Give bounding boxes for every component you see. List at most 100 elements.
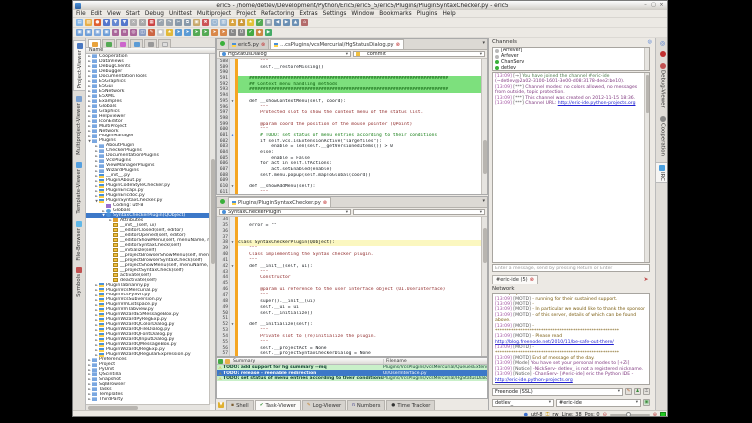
interfaces-tab[interactable] (144, 39, 157, 48)
resources-browser-icon[interactable]: ▣ (94, 29, 101, 36)
grid-icon[interactable]: ▦ (265, 19, 272, 26)
new-window-icon[interactable]: ▢ (211, 19, 218, 26)
editor-tab[interactable]: eric5.py ⊗ (228, 39, 269, 49)
away-icon[interactable]: ⚿ (643, 388, 650, 395)
bottom-tab[interactable]: ✔ Task-Viewer (255, 400, 301, 410)
comment-icon[interactable]: C (229, 29, 236, 36)
task-row[interactable]: ⚠ TODO: release - reenable redirection U… (217, 370, 487, 375)
left-strip-tab[interactable]: File-Browser (73, 219, 85, 263)
top-editor-code[interactable]: 588 """ 589 self.__restoreMissing() 590 (217, 59, 481, 194)
syntax-check-icon[interactable]: ✔ (247, 29, 254, 36)
send-message-icon[interactable]: ➤ (642, 276, 650, 284)
edit-network-icon[interactable]: ✎ (625, 388, 632, 395)
regenerate-tasks-icon[interactable] (218, 359, 223, 364)
record-icon[interactable]: ● (157, 29, 164, 36)
sources-tab[interactable] (88, 39, 101, 48)
back-icon[interactable]: ◀ (274, 19, 281, 26)
menu-item[interactable]: Debug (145, 11, 164, 17)
zoom-in-icon[interactable]: ⊕ (653, 412, 657, 418)
chat-link[interactable]: http://eric-ide.python-projects.org (558, 101, 636, 106)
network-link[interactable]: http://blog.freenode.net/2010/11/be-safe… (495, 340, 614, 345)
resources-tab[interactable] (116, 39, 129, 48)
up-icon[interactable]: ▲ (292, 19, 299, 26)
menu-item[interactable]: File (76, 11, 86, 17)
uncomment-icon[interactable]: O (238, 29, 245, 36)
forward-icon[interactable]: ▶ (283, 19, 290, 26)
zoom-in-icon[interactable]: ⊕ (112, 29, 119, 36)
title-bar[interactable]: eric5 - /home/detlev/Development/Python/… (73, 1, 667, 10)
new-icon[interactable]: ▤ (76, 19, 83, 26)
close-button[interactable]: × (658, 2, 665, 9)
zoom-out-icon[interactable]: ⊖ (603, 412, 607, 418)
menu-item[interactable]: Bookmarks (379, 11, 411, 17)
zoom-slider[interactable] (610, 414, 650, 416)
copy-icon[interactable]: ⧉ (184, 19, 191, 26)
pin-icon[interactable]: ◎ (648, 39, 652, 45)
editor-tab[interactable]: Plugins/PluginSyntaxChecker.py ⊗ (228, 197, 331, 207)
filename-column-header[interactable]: Filename (383, 359, 487, 364)
bottom-tab[interactable]: π Numbers (347, 400, 385, 410)
menu-item[interactable]: Window (351, 11, 374, 17)
tab-list-dropdown-icon[interactable]: ▾ (482, 198, 485, 204)
close-panel-icon[interactable] (660, 51, 666, 57)
bottom-tab[interactable]: ▪ Shell (226, 400, 254, 410)
home-icon[interactable]: ⌂ (301, 19, 308, 26)
bookmark-toggle-icon[interactable]: ★ (166, 29, 173, 36)
611[interactable]: 611 """ (217, 190, 481, 194)
bookmark-prev-icon[interactable]: ➤ (184, 29, 191, 36)
menu-item[interactable]: Project (236, 11, 256, 17)
menu-item[interactable]: Plugins (417, 11, 438, 17)
bottom-tab[interactable]: ● Time Tracker (386, 400, 435, 410)
right-strip-tab[interactable]: Cooperation (656, 114, 668, 158)
open-icon[interactable]: ▨ (85, 19, 92, 26)
channel-tab[interactable]: #eric-ide (5) ⊗ (492, 275, 538, 284)
tab-close-icon[interactable]: ⊗ (396, 42, 400, 48)
right-strip-tab[interactable]: IRC (656, 162, 668, 184)
editor-tab[interactable]: ...csPlugins/vcsMercurial/HgStatusDialog… (270, 39, 404, 49)
method-selector[interactable]: ▾ (353, 209, 485, 215)
zoom-reset-icon[interactable]: ◎ (130, 29, 137, 36)
channel-chat-log[interactable]: [13:09] [→] You have joined the channel … (492, 72, 650, 263)
tab-close-icon[interactable]: ⊗ (323, 200, 327, 206)
split-view-icon[interactable]: ◫ (139, 29, 146, 36)
sources-browser-icon[interactable]: ▣ (76, 29, 83, 36)
nickname-selector[interactable]: detlev_▾ (492, 399, 554, 407)
network-selector[interactable]: Freenode (SSL)▾ (492, 388, 623, 396)
menu-item[interactable]: Unittest (169, 11, 192, 17)
menu-item[interactable]: View (107, 11, 121, 17)
menu-item[interactable]: Help (442, 11, 455, 17)
menu-item[interactable]: Edit (91, 11, 102, 17)
57[interactable]: 57 self.__projectSyntaxCheckerDialog = N… (217, 351, 481, 356)
change-prev-icon[interactable]: ➤ (220, 29, 227, 36)
bottom-editor-code[interactable]: 34 35 error = "" 36 37 (217, 217, 481, 356)
left-strip-tab[interactable]: Symbols (73, 265, 85, 299)
class-selector[interactable]: HgStatusDialog▾ (219, 51, 351, 57)
leave-channel-icon[interactable]: ⊗ (530, 277, 534, 283)
close-icon[interactable]: × (130, 19, 137, 26)
menu-item[interactable]: Refactoring (261, 11, 294, 17)
bottom-editor-scrollbar[interactable] (481, 217, 487, 356)
forms-tab[interactable] (102, 39, 115, 48)
top-editor-scrollbar[interactable] (481, 59, 487, 194)
summary-column-header[interactable]: Summary (231, 359, 383, 364)
task-row[interactable]: ⚠ TODO: set status of menu entries accor… (217, 376, 487, 381)
change-next-icon[interactable]: ➤ (211, 29, 218, 36)
filter-icon[interactable]: ▼ (218, 402, 224, 408)
chat-scrollbar[interactable] (644, 73, 649, 262)
cut-icon[interactable]: ✂ (175, 19, 182, 26)
task-next-icon[interactable]: ➤ (193, 29, 200, 36)
network-log[interactable]: [13:09] [MOTD] - together with like-mind… (492, 293, 650, 385)
undo-icon[interactable]: ↶ (157, 19, 164, 26)
left-strip-tab[interactable]: Template-Viewer (73, 160, 85, 216)
tab-list-dropdown-icon[interactable]: ▾ (482, 40, 485, 46)
print-icon[interactable]: ▦ (148, 19, 155, 26)
user-icon[interactable]: ♟ (238, 19, 245, 26)
translations-browser-icon[interactable]: ▣ (103, 29, 110, 36)
bookmark-star-icon[interactable]: ★ (247, 19, 254, 26)
save-icon[interactable]: ▼ (103, 19, 110, 26)
bottom-tab[interactable]: ✎ Log-Viewer (302, 400, 346, 410)
forms-browser-icon[interactable]: ▣ (85, 29, 92, 36)
message-input[interactable] (492, 264, 650, 272)
menu-item[interactable]: Extras (299, 11, 317, 17)
close-all-icon[interactable]: × (139, 19, 146, 26)
